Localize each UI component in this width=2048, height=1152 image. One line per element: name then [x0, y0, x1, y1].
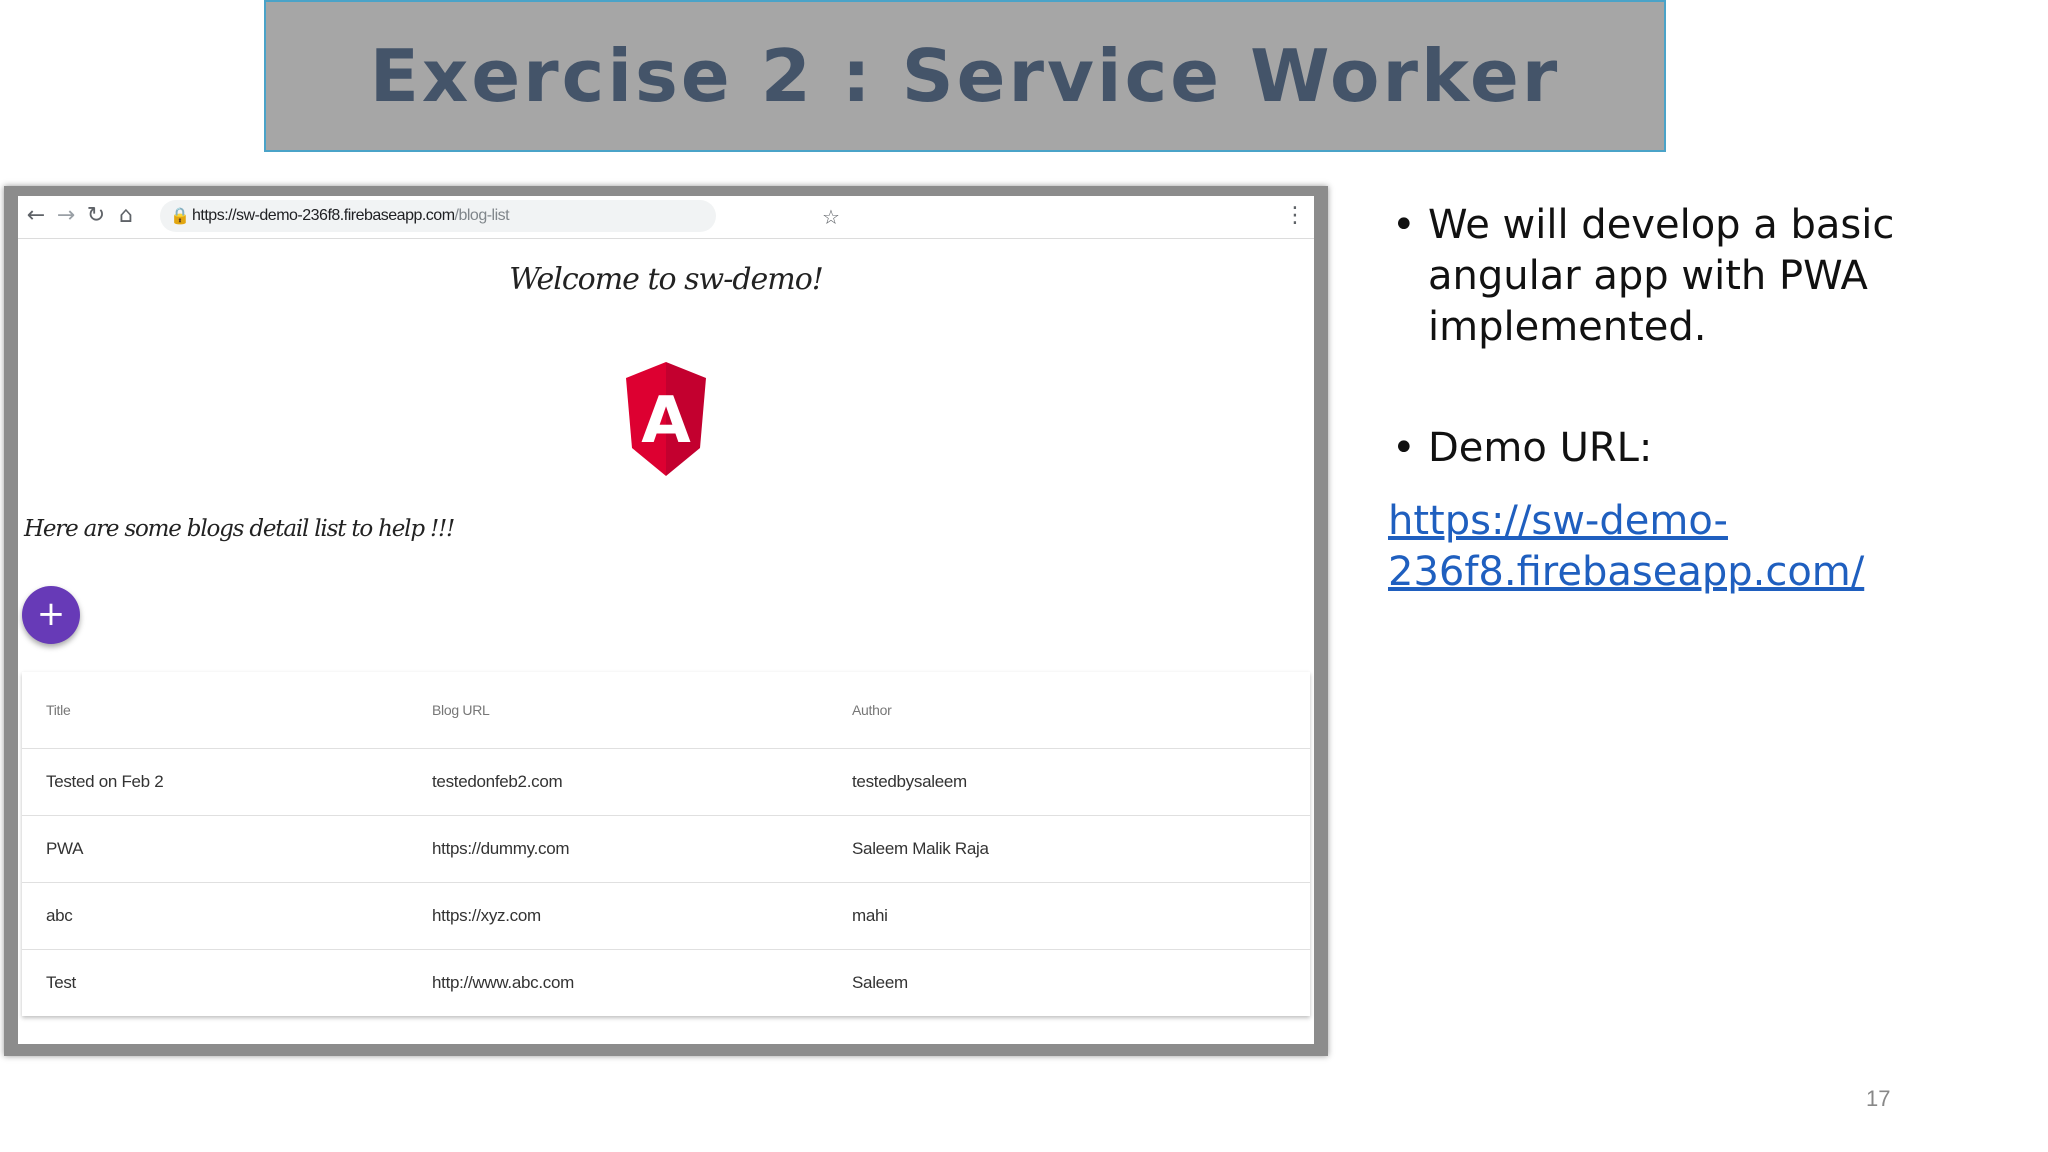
table-header-row: Title Blog URL Author	[22, 672, 1310, 749]
forward-arrow-icon[interactable]: →	[52, 202, 80, 230]
bullet-text: We will develop a basic angular app with…	[1428, 202, 1895, 350]
bullet-dot-icon: •	[1392, 425, 1416, 471]
cell-title: Tested on Feb 2	[46, 772, 164, 791]
cell-blog-url: testedonfeb2.com	[432, 772, 563, 791]
table-row[interactable]: abc https://xyz.com mahi	[22, 883, 1310, 950]
welcome-heading: Welcome to sw-demo!	[509, 262, 824, 297]
table-row[interactable]: Test http://www.abc.com Saleem	[22, 950, 1310, 1016]
header-title: Title	[46, 702, 71, 718]
kebab-menu-icon[interactable]: ⋮	[1284, 202, 1306, 230]
table-row[interactable]: PWA https://dummy.com Saleem Malik Raja	[22, 816, 1310, 883]
table-row[interactable]: Tested on Feb 2 testedonfeb2.com testedb…	[22, 749, 1310, 816]
bullet-text: Demo URL:	[1428, 425, 1653, 471]
address-bar[interactable]: 🔒 https://sw-demo-236f8.firebaseapp.com/…	[160, 200, 840, 232]
lock-icon: 🔒	[170, 206, 190, 225]
bullet-dot-icon: •	[1392, 202, 1416, 248]
browser-window: ← → ↻ ⌂ 🔒 https://sw-demo-236f8.firebase…	[18, 196, 1314, 1044]
url-text[interactable]: https://sw-demo-236f8.firebaseapp.com/bl…	[192, 206, 510, 226]
browser-toolbar: ← → ↻ ⌂ 🔒 https://sw-demo-236f8.firebase…	[18, 196, 1314, 239]
svg-text:A: A	[641, 384, 691, 458]
cell-blog-url: http://www.abc.com	[432, 973, 574, 992]
header-author: Author	[852, 702, 892, 718]
angular-logo-icon: A	[626, 362, 706, 476]
blogs-intro-text: Here are some blogs detail list to help …	[24, 516, 455, 542]
back-arrow-icon[interactable]: ←	[22, 202, 50, 230]
bullet-item: • Demo URL:	[1388, 423, 1948, 474]
home-icon[interactable]: ⌂	[112, 202, 140, 230]
cell-author: Saleem	[852, 973, 908, 992]
slide-title: Exercise 2 : Service Worker	[369, 34, 1561, 118]
bullet-item: • We will develop a basic angular app wi…	[1388, 200, 1948, 353]
page-number: 17	[1866, 1086, 1891, 1111]
cell-author: testedbysaleem	[852, 772, 967, 791]
blog-table: Title Blog URL Author Tested on Feb 2 te…	[22, 672, 1310, 1016]
add-blog-button[interactable]: +	[22, 586, 80, 644]
header-blog-url: Blog URL	[432, 702, 490, 718]
slide-title-bar: Exercise 2 : Service Worker	[264, 0, 1666, 152]
cell-title: Test	[46, 973, 76, 992]
slide-bullets: • We will develop a basic angular app wi…	[1388, 200, 1948, 598]
cell-title: PWA	[46, 839, 84, 858]
star-icon[interactable]: ☆	[822, 206, 840, 228]
demo-url-link[interactable]: https://sw-demo-236f8.firebaseapp.com/	[1388, 496, 1948, 598]
screenshot-frame: ← → ↻ ⌂ 🔒 https://sw-demo-236f8.firebase…	[4, 186, 1328, 1056]
cell-blog-url: https://xyz.com	[432, 906, 541, 925]
reload-icon[interactable]: ↻	[82, 202, 110, 230]
cell-blog-url: https://dummy.com	[432, 839, 570, 858]
cell-author: mahi	[852, 906, 888, 925]
cell-title: abc	[46, 906, 73, 925]
cell-author: Saleem Malik Raja	[852, 839, 989, 858]
